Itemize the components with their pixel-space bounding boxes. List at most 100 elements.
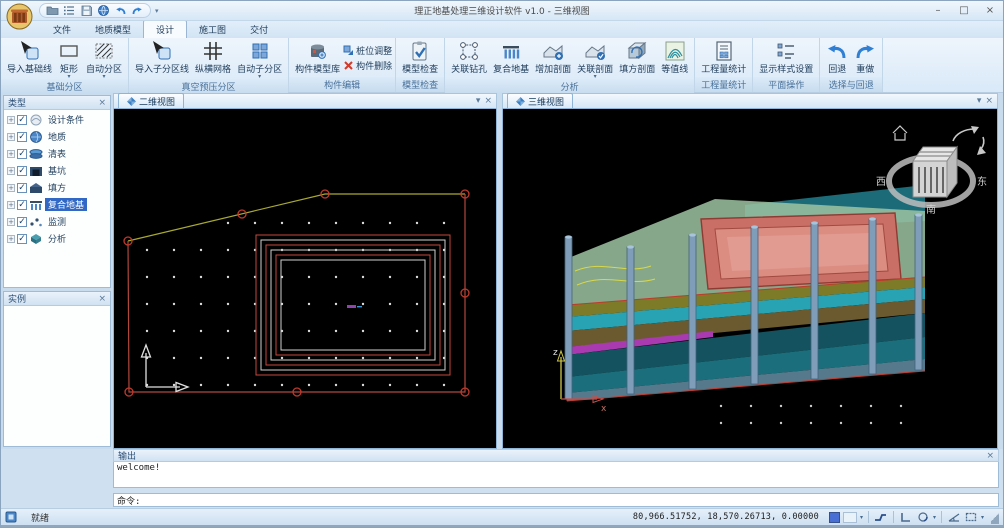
tree-item-surface-clearing[interactable]: + ✓ 清表 <box>4 145 110 162</box>
auto-subpartition-button[interactable]: 自动子分区 ▾ <box>234 39 285 79</box>
output-panel-close-icon[interactable]: × <box>986 451 994 461</box>
tree-item-composite-foundation[interactable]: + ✓ 复合地基 <box>4 196 110 213</box>
pile-position-adjust-icon <box>343 45 354 56</box>
tree-item-geology[interactable]: + ✓ 地质 <box>4 128 110 145</box>
tab-geology-model[interactable]: 地质模型 <box>83 21 143 38</box>
import-subpartition-line-button[interactable]: 导入子分区线 <box>132 39 192 79</box>
display-style-settings-button[interactable]: 显示样式设置 <box>756 39 816 77</box>
types-panel-close-icon[interactable]: × <box>98 98 106 108</box>
angle-snap-icon[interactable] <box>947 511 961 524</box>
cross-grid-button[interactable]: 纵横网格 <box>192 39 234 79</box>
expand-icon[interactable]: + <box>7 201 15 209</box>
command-input-line[interactable]: 命令: <box>113 493 999 507</box>
ribbon-group-quantity-statistics: 工程量统计 工程量统计 <box>695 38 753 92</box>
expand-icon[interactable]: + <box>7 218 15 226</box>
expand-icon[interactable]: + <box>7 235 15 243</box>
minimize-button[interactable]: – <box>925 2 951 20</box>
instances-list[interactable] <box>4 306 110 446</box>
ribbon-group-model-check: 模型检查 模型检查 <box>396 38 445 92</box>
expand-icon[interactable]: + <box>7 116 15 124</box>
app-logo-icon[interactable] <box>6 3 33 30</box>
undo-button[interactable]: 回退 <box>823 39 851 77</box>
fill-section-button[interactable]: 填方剖面 <box>616 39 658 79</box>
linetype-toggle-icon[interactable] <box>874 511 888 524</box>
orbit-dropdown-icon[interactable]: ▾ <box>933 514 936 521</box>
auto-partition-button[interactable]: 自动分区 ▾ <box>83 39 125 79</box>
compass-south-label[interactable]: 南 <box>926 203 936 216</box>
tab-menu-icon[interactable]: ▾ <box>476 96 481 106</box>
quick-access-toolbar <box>39 3 151 18</box>
composite-foundation-button[interactable]: 复合地基 <box>490 39 532 79</box>
quantity-statistics-button[interactable]: 工程量统计 <box>698 39 749 77</box>
tab-menu-icon[interactable]: ▾ <box>977 96 982 106</box>
ortho-toggle-icon[interactable] <box>899 511 913 524</box>
composite-foundation-icon <box>500 40 522 62</box>
checkbox-checked[interactable]: ✓ <box>17 132 27 142</box>
contour-lines-button[interactable]: 等值线 <box>658 39 691 79</box>
compass-east-label[interactable]: 东 <box>977 175 987 188</box>
selection-dropdown-icon[interactable]: ▾ <box>981 514 984 521</box>
checkbox-checked[interactable]: ✓ <box>17 217 27 227</box>
close-button[interactable]: × <box>977 2 1003 20</box>
expand-icon[interactable]: + <box>7 167 15 175</box>
selection-mode-icon[interactable] <box>964 511 978 524</box>
qat-more-button[interactable]: ▾ <box>155 7 159 15</box>
maximize-button[interactable]: □ <box>951 2 977 20</box>
compass-west-label[interactable]: 西 <box>876 177 886 188</box>
tree-item-monitoring[interactable]: + ✓ 监测 <box>4 213 110 230</box>
expand-icon[interactable]: + <box>7 133 15 141</box>
canvas-3d[interactable]: 西 东 南 z x <box>502 109 998 449</box>
color-dropdown-icon[interactable]: ▾ <box>860 514 863 521</box>
expand-icon[interactable]: + <box>7 184 15 192</box>
canvas-2d[interactable] <box>113 109 497 449</box>
resize-grip[interactable] <box>991 511 999 524</box>
checkbox-checked[interactable]: ✓ <box>17 166 27 176</box>
import-baseline-button[interactable]: 导入基础线 <box>4 39 55 79</box>
help-button[interactable] <box>97 4 110 17</box>
redo-icon[interactable] <box>131 4 144 17</box>
checkbox-checked[interactable]: ✓ <box>17 200 27 210</box>
ribbon-group-plane-operations: 显示样式设置 平面操作 <box>753 38 820 92</box>
ribbon-group-foundation-partition: 导入基础线 矩形 ▾ 自动分区 ▾ 基础分区 <box>1 38 129 92</box>
model-check-button[interactable]: 模型检查 <box>399 39 441 77</box>
open-file-button[interactable] <box>46 4 59 17</box>
tree-item-fill[interactable]: + ✓ 填方 <box>4 179 110 196</box>
checkbox-checked[interactable]: ✓ <box>17 183 27 193</box>
tab-close-icon[interactable]: × <box>484 96 492 106</box>
tab-delivery[interactable]: 交付 <box>238 21 280 38</box>
checkbox-checked[interactable]: ✓ <box>17 115 27 125</box>
ribbon-group-select-undo: 回退 重做 选择与回退 <box>820 38 883 92</box>
tab-2d-view[interactable]: 二维视图 <box>118 93 184 108</box>
expand-icon[interactable]: + <box>7 150 15 158</box>
output-panel-title: 输出 <box>118 449 136 462</box>
save-button[interactable] <box>80 4 93 17</box>
pile-position-adjust-button[interactable]: 桩位调整 <box>343 44 392 57</box>
link-borehole-button[interactable]: 关联钻孔 <box>448 39 490 79</box>
tab-3d-view[interactable]: 三维视图 <box>507 93 573 108</box>
link-section-button[interactable]: 关联剖面 ▾ <box>574 39 616 79</box>
tab-design[interactable]: 设计 <box>143 20 187 38</box>
component-delete-button[interactable]: 构件删除 <box>343 59 392 72</box>
tab-construction-drawing[interactable]: 施工图 <box>187 21 238 38</box>
add-section-button[interactable]: 增加剖面 <box>532 39 574 79</box>
checkbox-checked[interactable]: ✓ <box>17 149 27 159</box>
orbit-toggle-icon[interactable] <box>916 511 930 524</box>
redo-button[interactable]: 重做 <box>851 39 879 77</box>
component-library-button[interactable]: 构件模型库 <box>292 39 343 77</box>
tab-file[interactable]: 文件 <box>41 21 83 38</box>
color-swatch[interactable] <box>829 512 840 523</box>
rectangle-button[interactable]: 矩形 ▾ <box>55 39 83 79</box>
undo-icon[interactable] <box>114 4 127 17</box>
instances-panel: 实例 × <box>3 291 111 447</box>
tree-item-design-conditions[interactable]: + ✓ 设计条件 <box>4 111 110 128</box>
tree-item-analysis[interactable]: + ✓ 分析 <box>4 230 110 247</box>
instances-panel-close-icon[interactable]: × <box>98 294 106 304</box>
status-ready-label: 就绪 <box>31 511 49 524</box>
tree-item-excavation-pit[interactable]: + ✓ 基坑 <box>4 162 110 179</box>
component-delete-icon <box>343 60 354 71</box>
tab-close-icon[interactable]: × <box>985 96 993 106</box>
project-list-button[interactable] <box>63 4 76 17</box>
auto-partition-icon <box>93 40 115 62</box>
fill-icon <box>29 182 43 194</box>
checkbox-checked[interactable]: ✓ <box>17 234 27 244</box>
